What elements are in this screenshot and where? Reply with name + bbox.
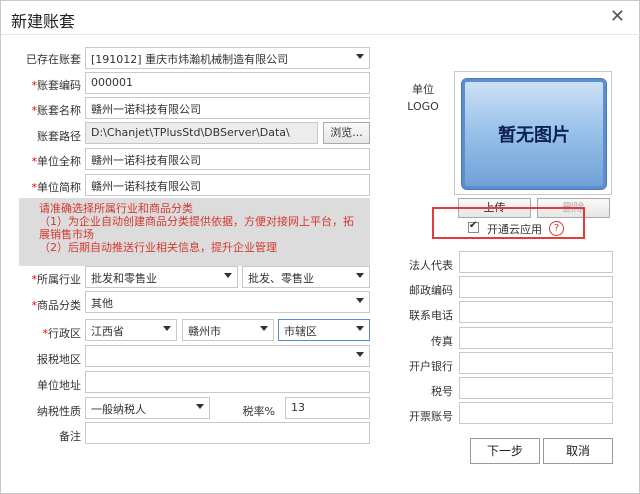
logo-label-line2: LOGO <box>407 100 439 113</box>
company-field-input[interactable] <box>459 327 613 349</box>
notice-line-2: （1）为企业自动创建商品分类提供依据，方便对接网上平台，拓展销售市场 <box>39 215 354 241</box>
account-name-label: *账套名称 <box>31 104 82 117</box>
chevron-down-icon <box>224 273 232 278</box>
full-name-input[interactable]: 赣州一诺科技有限公司 <box>85 148 370 170</box>
tax-region-label: 报税地区 <box>37 353 81 366</box>
chevron-down-icon <box>356 326 364 331</box>
city-select[interactable]: 赣州市 <box>182 319 274 341</box>
industry-notice: 请准确选择所属行业和商品分类 （1）为企业自动创建商品分类提供依据，方便对接网上… <box>19 198 370 266</box>
account-path-label: 账套路径 <box>37 130 81 143</box>
logo-preview: 暂无图片 <box>454 71 612 195</box>
address-input[interactable] <box>85 371 370 393</box>
short-name-input[interactable]: 赣州一诺科技有限公司 <box>85 174 370 196</box>
cloud-app-checkbox[interactable] <box>468 220 479 233</box>
industry-select-secondary[interactable]: 批发、零售业 <box>242 266 370 288</box>
industry-select-primary[interactable]: 批发和零售业 <box>85 266 238 288</box>
company-field-label: 邮政编码 <box>409 284 453 297</box>
tax-region-select[interactable] <box>85 345 370 367</box>
dialog-title: 新建账套 <box>11 12 76 31</box>
company-field-label: 法人代表 <box>409 259 453 272</box>
close-icon[interactable]: ✕ <box>610 6 625 27</box>
tax-rate-input[interactable]: 13 <box>285 397 370 419</box>
chevron-down-icon <box>356 352 364 357</box>
account-name-input[interactable]: 赣州一诺科技有限公司 <box>85 97 370 119</box>
company-field-input[interactable] <box>459 402 613 424</box>
province-select[interactable]: 江西省 <box>85 319 177 341</box>
chevron-down-icon <box>196 404 204 409</box>
title-divider <box>1 34 640 35</box>
district-select[interactable]: 市辖区 <box>278 319 370 341</box>
notice-line-3: （2）后期自动推送行业相关信息，提升企业管理 <box>39 241 277 254</box>
company-field-label: 联系电话 <box>409 309 453 322</box>
account-path-input: D:\Chanjet\TPlusStd\DBServer\Data\ <box>85 122 318 144</box>
company-field-label: 税号 <box>431 385 453 398</box>
company-field-label: 传真 <box>431 335 453 348</box>
chevron-down-icon <box>260 326 268 331</box>
region-label: *行政区 <box>42 327 82 340</box>
cancel-button[interactable]: 取消 <box>543 438 613 464</box>
industry-label: *所属行业 <box>31 273 82 286</box>
remark-label: 备注 <box>59 430 81 443</box>
chevron-down-icon <box>163 326 171 331</box>
tax-rate-label: 税率% <box>242 405 275 418</box>
category-select[interactable]: 其他 <box>85 291 370 313</box>
new-account-dialog: 新建账套 ✕ 已存在账套 [191012] 重庆市炜瀚机械制造有限公司 *账套编… <box>0 0 640 494</box>
company-field-label: 开票账号 <box>409 410 453 423</box>
help-icon[interactable]: ? <box>549 221 564 236</box>
remark-input[interactable] <box>85 422 370 444</box>
account-code-input[interactable]: 000001 <box>85 72 370 94</box>
short-name-label: *单位简称 <box>31 181 82 194</box>
company-field-label: 开户银行 <box>409 360 453 373</box>
chevron-down-icon <box>356 298 364 303</box>
notice-line-1: 请准确选择所属行业和商品分类 <box>39 202 193 215</box>
logo-label-line1: 单位 <box>412 83 434 96</box>
chevron-down-icon <box>356 54 364 59</box>
company-field-input[interactable] <box>459 301 613 323</box>
account-code-label: *账套编码 <box>31 79 82 92</box>
company-field-input[interactable] <box>459 377 613 399</box>
existing-account-label: 已存在账套 <box>26 53 81 66</box>
tax-type-label: 纳税性质 <box>37 405 81 418</box>
existing-account-select[interactable]: [191012] 重庆市炜瀚机械制造有限公司 <box>85 47 370 69</box>
company-field-input[interactable] <box>459 352 613 374</box>
address-label: 单位地址 <box>37 379 81 392</box>
no-image-placeholder: 暂无图片 <box>461 78 607 190</box>
cloud-app-label: 开通云应用 <box>487 223 542 236</box>
full-name-label: *单位全称 <box>31 155 82 168</box>
category-label: *商品分类 <box>31 299 82 312</box>
tax-type-select[interactable]: 一般纳税人 <box>85 397 210 419</box>
company-field-input[interactable] <box>459 276 613 298</box>
chevron-down-icon <box>356 273 364 278</box>
browse-button[interactable]: 浏览... <box>323 122 370 144</box>
next-button[interactable]: 下一步 <box>470 438 540 464</box>
company-field-input[interactable] <box>459 251 613 273</box>
